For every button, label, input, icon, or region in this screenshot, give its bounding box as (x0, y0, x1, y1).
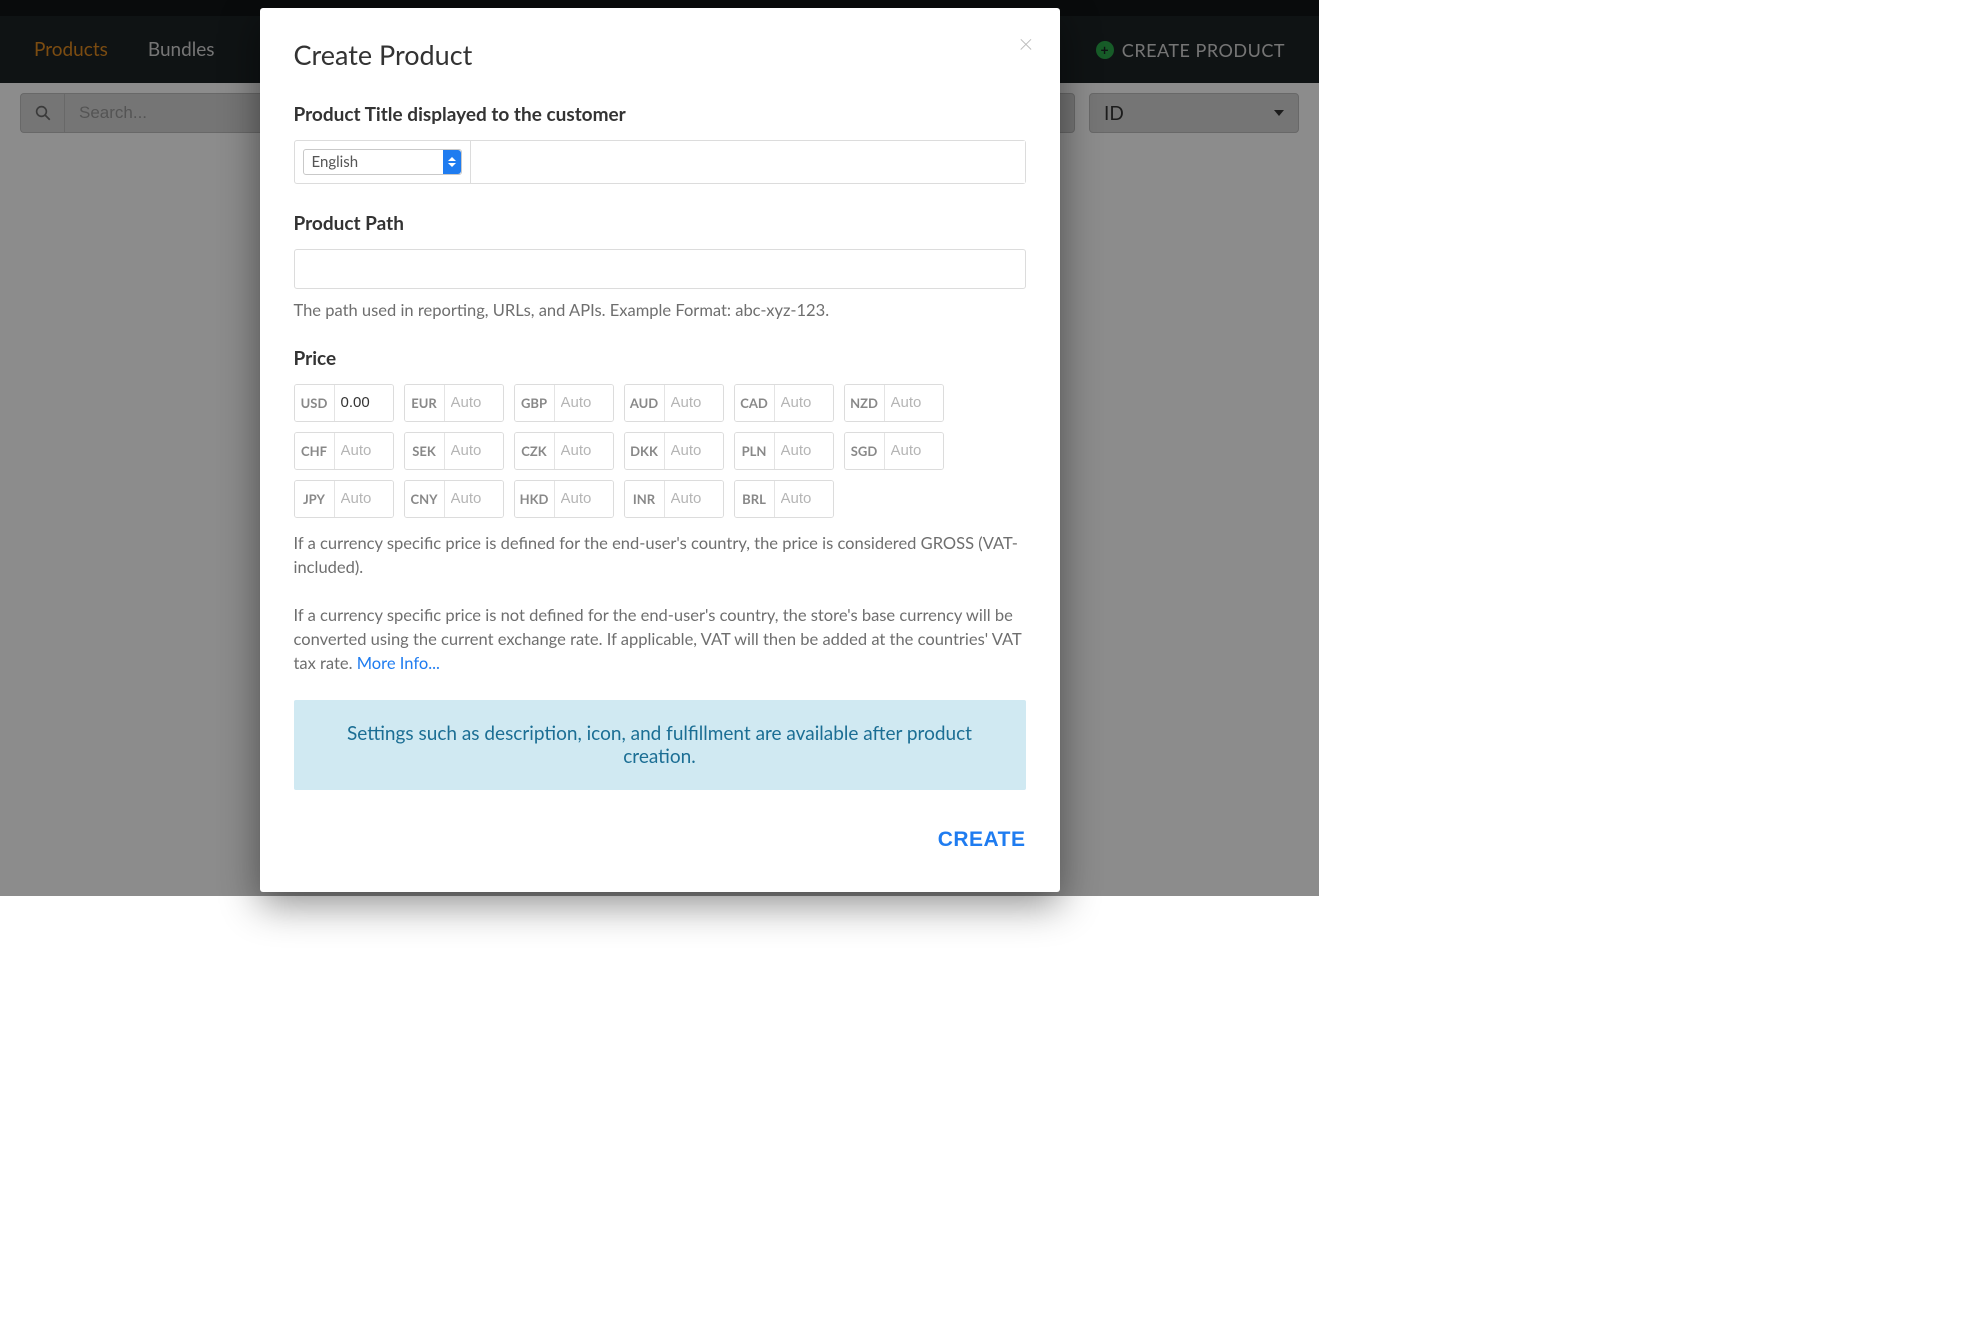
price-input-brl[interactable] (775, 481, 833, 517)
currency-code: SGD (845, 433, 885, 469)
price-cell-inr: INR (624, 480, 724, 518)
currency-code: CAD (735, 385, 775, 421)
price-cell-nzd: NZD (844, 384, 944, 422)
price-input-dkk[interactable] (665, 433, 723, 469)
price-input-hkd[interactable] (555, 481, 613, 517)
price-cell-aud: AUD (624, 384, 724, 422)
product-title-label: Product Title displayed to the customer (294, 103, 1026, 126)
price-input-pln[interactable] (775, 433, 833, 469)
product-path-input[interactable] (294, 249, 1026, 289)
price-input-cad[interactable] (775, 385, 833, 421)
language-select-value: English (312, 153, 359, 171)
price-cell-czk: CZK (514, 432, 614, 470)
currency-code: CHF (295, 433, 335, 469)
price-input-gbp[interactable] (555, 385, 613, 421)
currency-code: DKK (625, 433, 665, 469)
price-input-jpy[interactable] (335, 481, 393, 517)
product-title-input[interactable] (471, 141, 1025, 183)
price-cell-cad: CAD (734, 384, 834, 422)
price-input-aud[interactable] (665, 385, 723, 421)
price-input-chf[interactable] (335, 433, 393, 469)
price-cell-sgd: SGD (844, 432, 944, 470)
price-label: Price (294, 347, 1026, 370)
create-product-modal: × Create Product Product Title displayed… (260, 8, 1060, 892)
select-stepper-icon (443, 150, 461, 174)
price-help-2: If a currency specific price is not defi… (294, 604, 1026, 676)
create-button[interactable]: CREATE (938, 828, 1026, 852)
modal-footer: CREATE (294, 828, 1026, 852)
product-path-help: The path used in reporting, URLs, and AP… (294, 299, 1026, 323)
price-cell-eur: EUR (404, 384, 504, 422)
price-input-czk[interactable] (555, 433, 613, 469)
price-cell-gbp: GBP (514, 384, 614, 422)
currency-code: HKD (515, 481, 555, 517)
close-icon[interactable]: × (1018, 30, 1033, 56)
price-cell-dkk: DKK (624, 432, 724, 470)
price-input-cny[interactable] (445, 481, 503, 517)
price-grid: USD EUR GBP AUD CAD NZD CHF SEK CZK DKK PLN SGD JPY C… (294, 384, 1026, 518)
currency-code: BRL (735, 481, 775, 517)
price-cell-usd: USD (294, 384, 394, 422)
price-input-sek[interactable] (445, 433, 503, 469)
price-input-eur[interactable] (445, 385, 503, 421)
language-cell: English (295, 141, 471, 183)
price-cell-sek: SEK (404, 432, 504, 470)
currency-code: GBP (515, 385, 555, 421)
price-help-1: If a currency specific price is defined … (294, 532, 1026, 580)
currency-code: CZK (515, 433, 555, 469)
price-cell-hkd: HKD (514, 480, 614, 518)
currency-code: NZD (845, 385, 885, 421)
currency-code: JPY (295, 481, 335, 517)
price-cell-cny: CNY (404, 480, 504, 518)
modal-title: Create Product (294, 38, 1026, 71)
info-banner: Settings such as description, icon, and … (294, 700, 1026, 790)
more-info-link[interactable]: More Info... (357, 653, 440, 673)
product-title-row: English (294, 140, 1026, 184)
price-input-usd[interactable] (335, 385, 393, 421)
price-cell-jpy: JPY (294, 480, 394, 518)
price-input-nzd[interactable] (885, 385, 943, 421)
product-path-label: Product Path (294, 212, 1026, 235)
language-select[interactable]: English (303, 149, 462, 175)
currency-code: AUD (625, 385, 665, 421)
price-cell-pln: PLN (734, 432, 834, 470)
currency-code: PLN (735, 433, 775, 469)
currency-code: EUR (405, 385, 445, 421)
currency-code: INR (625, 481, 665, 517)
currency-code: CNY (405, 481, 445, 517)
currency-code: SEK (405, 433, 445, 469)
price-cell-brl: BRL (734, 480, 834, 518)
currency-code: USD (295, 385, 335, 421)
price-cell-chf: CHF (294, 432, 394, 470)
price-input-inr[interactable] (665, 481, 723, 517)
price-input-sgd[interactable] (885, 433, 943, 469)
